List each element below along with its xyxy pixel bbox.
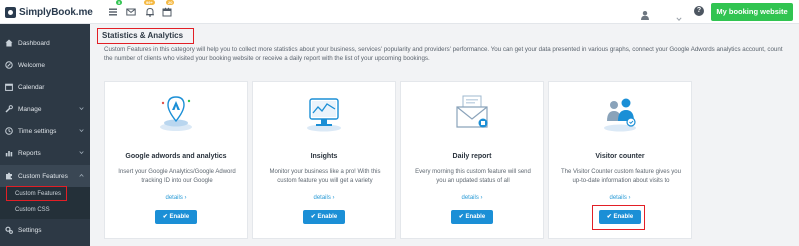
puzzle-icon: [5, 172, 13, 180]
details-link[interactable]: details ›: [549, 195, 691, 201]
user-icon: [640, 7, 650, 20]
card-title: Insights: [310, 153, 338, 160]
logo-text: SimplyBook.me: [19, 6, 93, 18]
sidebar-item-label: Dashboard: [18, 39, 50, 47]
sidebar-item-label: Custom Features: [18, 172, 68, 180]
google-analytics-illustration: [154, 93, 198, 133]
sidebar-item-custom-features[interactable]: Custom Features: [0, 165, 90, 187]
sidebar-item-dashboard[interactable]: Dashboard: [0, 32, 90, 54]
sidebar-item-label: Calendar: [18, 83, 45, 91]
details-link[interactable]: details ›: [105, 195, 247, 201]
sidebar-item-label: Welcome: [18, 61, 45, 69]
sidebar-item-label: Settings: [18, 226, 42, 234]
mail-icon[interactable]: [126, 7, 136, 17]
list-icon[interactable]: [108, 7, 118, 17]
visitor-counter-illustration: [598, 93, 642, 133]
enable-button[interactable]: ✔ Enable: [303, 210, 345, 224]
sidebar-item-settings[interactable]: Settings: [0, 219, 90, 241]
card-description: Monitor your business like a pro! With t…: [269, 169, 381, 184]
details-link[interactable]: details ›: [401, 195, 543, 201]
highlight-box: [592, 205, 645, 230]
sidebar-subitem-custom-css[interactable]: Custom CSS: [15, 207, 50, 213]
insights-monitor-illustration: [302, 93, 346, 133]
calendar-icon: [5, 83, 13, 91]
dashboard-icon: [5, 39, 13, 47]
clock-icon: [5, 127, 13, 135]
enable-button[interactable]: ✔ Enable: [155, 210, 197, 224]
sidebar-item-reports[interactable]: Reports: [0, 142, 90, 164]
help-icon[interactable]: ?: [694, 6, 704, 16]
page-title: Statistics & Analytics: [97, 28, 194, 44]
sidebar-item-time-settings[interactable]: Time settings: [0, 120, 90, 142]
notifications-badge: 99+: [144, 0, 155, 5]
wrench-icon: [5, 105, 13, 113]
sidebar-item-manage[interactable]: Manage: [0, 98, 90, 120]
sidebar-item-label: Time settings: [18, 127, 57, 135]
feature-card-insights: Insights Monitor your business like a pr…: [252, 81, 396, 239]
chevron-down-icon: [79, 128, 84, 133]
highlight-box: [6, 186, 67, 201]
card-description: Every morning this custom feature will s…: [415, 169, 531, 184]
rocket-icon: [5, 61, 13, 69]
list-badge: 5: [116, 0, 123, 5]
enable-button[interactable]: ✔ Enable: [451, 210, 493, 224]
card-title: Visitor counter: [595, 153, 645, 160]
chevron-down-icon: [79, 106, 84, 111]
chevron-up-icon: [79, 173, 84, 178]
sidebar-item-label: Reports: [18, 149, 41, 157]
logo[interactable]: SimplyBook.me: [5, 4, 93, 20]
gears-icon: [5, 226, 13, 234]
card-description: Insert your Google Analytics/Google Adwo…: [118, 169, 236, 184]
intro-text: Custom Features in this category will he…: [104, 46, 783, 62]
card-title: Daily report: [452, 153, 492, 160]
feature-card-google-adwords: Google adwords and analytics Insert your…: [104, 81, 248, 239]
sidebar-item-calendar[interactable]: Calendar: [0, 76, 90, 98]
bell-icon[interactable]: [145, 7, 155, 17]
user-menu[interactable]: [634, 5, 686, 21]
daily-report-envelope-illustration: [450, 93, 494, 133]
calendar-icon[interactable]: [162, 7, 172, 17]
card-title: Google adwords and analytics: [125, 153, 227, 160]
sidebar-item-label: Manage: [18, 105, 42, 113]
chevron-down-icon: [79, 150, 84, 155]
feature-card-daily-report: Daily report Every morning this custom f…: [400, 81, 544, 239]
my-booking-website-button[interactable]: My booking website: [711, 3, 793, 21]
chevron-down-icon: [676, 9, 682, 21]
sidebar-item-welcome[interactable]: Welcome: [0, 54, 90, 76]
details-link[interactable]: details ›: [253, 195, 395, 201]
top-bar: SimplyBook.me 5 99+ 20 ? My booking webs…: [0, 0, 799, 24]
calendar-badge: 20: [166, 0, 175, 5]
logo-mark-icon: [5, 6, 16, 18]
bar-chart-icon: [5, 149, 13, 157]
card-description: The Visitor Counter custom feature gives…: [561, 169, 681, 184]
